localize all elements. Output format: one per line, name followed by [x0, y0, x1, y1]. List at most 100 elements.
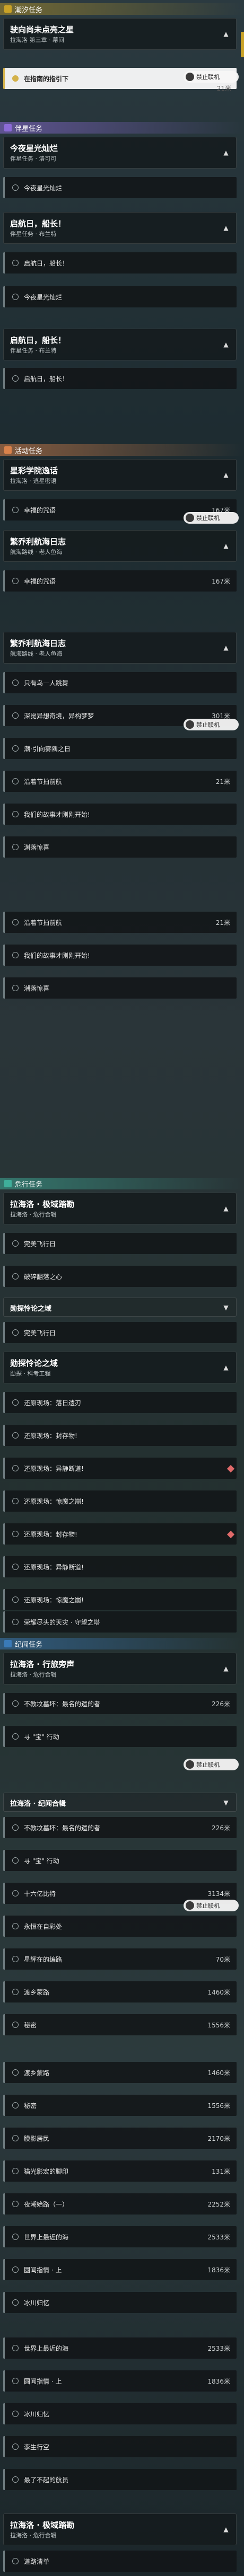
list-item[interactable]: 永恒在自彩处 [3, 1916, 237, 1937]
quest-card[interactable]: 拉海洛 · 行旅旁声 拉海洛 · 危行合辑 ▲ [3, 1653, 237, 1684]
list-item[interactable]: 渡乡蒙路 1460米 [3, 2062, 237, 2083]
list-item[interactable]: 沿着节拍前航 21米 [3, 912, 237, 933]
quest-card[interactable]: 拉海洛 · 极域踏勘 拉海洛 · 危行合辑 ▲ [3, 1193, 237, 1224]
list-item[interactable]: 秘密 1556米 [3, 2095, 237, 2116]
list-item[interactable]: 冰川归忆 [3, 2403, 237, 2424]
quest-card-subtitle: 拉海洛 · 逃星密语 [10, 478, 57, 484]
list-item[interactable]: 今夜星光灿烂 [3, 286, 237, 307]
distance-label: 3134米 [207, 1890, 230, 1898]
quest-card-title: 启航日，船长！ [10, 219, 66, 228]
quest-card[interactable]: 繁乔利航海日志 航海路线 · 老人鱼海 ▲ [3, 632, 237, 664]
list-item[interactable]: 寻 "宝" 行动 [3, 1726, 237, 1747]
list-item[interactable]: 星辉在的编路 70米 [3, 1948, 237, 1970]
list-item[interactable]: 秘密 1556米 [3, 2014, 237, 2035]
chevron-up-icon[interactable]: ▲ [221, 643, 231, 652]
checkbox-icon [12, 1596, 19, 1603]
list-item[interactable]: 渊落惊喜 [3, 836, 237, 858]
list-item[interactable]: 完美飞行日 [3, 1322, 237, 1343]
list-item[interactable]: 破碎翻落之心 [3, 1266, 237, 1287]
list-item[interactable]: 潮落惊喜 [3, 977, 237, 999]
list-item[interactable]: 还原现场：异静断道! [3, 1458, 237, 1479]
quest-card[interactable]: 驶向尚未点亮之星 拉海洛 第三章 · 幕间 ▲ [3, 18, 237, 50]
distance-label: 21米 [216, 85, 231, 92]
quest-card-title: 拉海洛 · 极域踏勘 [10, 1199, 75, 1209]
list-item[interactable]: 还原现场：异静断道! [3, 1556, 237, 1577]
list-item[interactable]: 冰川归忆 [3, 2292, 237, 2313]
list-item[interactable]: 不教坟墓坏：最名的遗的者 226米 [3, 1817, 237, 1838]
quest-card[interactable]: 拉海洛 · 极域踏勘 拉海洛 · 危行合辑 ▲ [3, 2513, 237, 2545]
list-item[interactable]: 沿着节拍前航 21米 [3, 771, 237, 792]
chevron-up-icon[interactable]: ▲ [221, 1363, 231, 1372]
list-item[interactable]: 世界上最近的海 2533米 [3, 2337, 237, 2359]
list-item[interactable]: 不教坟墓坏：最名的遗的者 226米 [3, 1693, 237, 1714]
chevron-up-icon[interactable]: ▲ [221, 1204, 231, 1213]
checkbox-icon [12, 952, 19, 958]
list-item[interactable]: 今夜星光灿烂 [3, 177, 237, 198]
no-coop-badge-label: 禁止联机 [196, 515, 220, 522]
list-item-label: 寻 "宝" 行动 [24, 1733, 59, 1741]
chevron-up-icon[interactable]: ▲ [221, 29, 231, 39]
list-item-label: 夜潮始路（一） [24, 2201, 69, 2208]
group-header[interactable]: 勋探怜论之域 ▼ [3, 1298, 237, 1317]
list-item[interactable]: 渡乡蒙路 1460米 [3, 1981, 237, 2002]
list-item[interactable]: 启航日，船长！ [3, 252, 237, 274]
list-item[interactable]: 幸福的咒语 167米 [3, 570, 237, 592]
distance-label: 1836米 [207, 2266, 230, 2274]
list-item-label: 荣耀尽头的天灾 · 守望之塔 [24, 1619, 100, 1626]
scrollbar-thumb[interactable] [241, 32, 244, 57]
list-item[interactable]: 只有鸟一人跳舞 [3, 672, 237, 693]
list-item[interactable]: 我们的故事才刚刚开始! [3, 945, 237, 966]
list-item[interactable]: 还原现场：封存物! [3, 1425, 237, 1446]
quest-card-subtitle: 伴星任务 · 布兰特 [10, 231, 57, 237]
list-item-label: 还原现场：惊魔之崩! [24, 1596, 84, 1604]
list-item[interactable]: 道路清单 [3, 2551, 237, 2572]
list-item[interactable]: 猫光影宏的脚印 131米 [3, 2160, 237, 2182]
list-item[interactable]: 完美飞行日 [3, 1233, 237, 1254]
list-item[interactable]: 还原现场：封存物! [3, 1523, 237, 1545]
group-header[interactable]: 拉海洛 · 纪闻合辑 ▼ [3, 1793, 237, 1812]
list-item[interactable]: 潮·引向雾隅之日 [3, 738, 237, 759]
chevron-down-icon[interactable]: ▼ [221, 1303, 231, 1312]
chevron-up-icon[interactable]: ▲ [221, 2525, 231, 2534]
list-item[interactable]: 最了不起的航员 [3, 2469, 237, 2490]
chevron-up-icon[interactable]: ▲ [221, 541, 231, 551]
list-item[interactable]: 启航日，船长！ [3, 368, 237, 389]
list-item[interactable]: 圆闻指情 · 上 1836米 [3, 2370, 237, 2392]
list-item[interactable]: 世界上最近的海 2533米 [3, 2226, 237, 2247]
list-item-label: 孪生行空 [24, 2443, 50, 2451]
chevron-down-icon[interactable]: ▼ [221, 1798, 231, 1807]
chevron-up-icon[interactable]: ▲ [221, 223, 231, 233]
quest-card[interactable]: 星彩学院逸话 拉海洛 · 逃星密语 ▲ [3, 459, 237, 491]
checkbox-icon [12, 1890, 19, 1896]
chevron-up-icon[interactable]: ▲ [221, 1664, 231, 1673]
list-item[interactable]: 还原现场：惊魔之崩! [3, 1490, 237, 1512]
quest-card[interactable]: 启航日，船长！ 伴星任务 · 布兰特 ▲ [3, 329, 237, 360]
checkbox-icon [12, 507, 19, 513]
list-item[interactable]: 荣耀尽头的天灾 · 守望之塔 [3, 1611, 237, 1633]
checkbox-icon [12, 1329, 19, 1336]
quest-card[interactable]: 勋探怜论之域 勋探 · 科考工程 ▲ [3, 1352, 237, 1383]
list-item[interactable]: 还原现场：惊魔之崩! [3, 1589, 237, 1610]
list-item[interactable]: 我们的故事才刚刚开始! [3, 804, 237, 825]
list-item[interactable]: 膜影居民 2170米 [3, 2128, 237, 2149]
checkbox-icon [12, 75, 19, 82]
list-item[interactable]: 还原现场：落日遗刃 [3, 1392, 237, 1413]
list-item-label: 幸福的咒语 [24, 578, 56, 585]
group-header-label: 拉海洛 · 纪闻合辑 [10, 1800, 66, 1808]
chevron-up-icon[interactable]: ▲ [221, 148, 231, 157]
list-item[interactable]: 夜潮始路（一） 2252米 [3, 2193, 237, 2215]
chevron-up-icon[interactable]: ▲ [221, 340, 231, 349]
checkbox-icon [12, 2378, 19, 2384]
section-danger-header: 危行任务 [0, 1178, 244, 1189]
list-item[interactable]: 孪生行空 [3, 2436, 237, 2457]
quest-card[interactable]: 繁乔利航海日志 航海路线 · 老人鱼海 ▲ [3, 530, 237, 562]
quest-card[interactable]: 今夜星光灿烂 伴星任务 · 洛可可 ▲ [3, 137, 237, 169]
chevron-up-icon[interactable]: ▲ [221, 470, 231, 480]
section-companion-header: 伴星任务 [0, 122, 244, 134]
quest-card[interactable]: 启航日，船长！ 伴星任务 · 布兰特 ▲ [3, 212, 237, 244]
section-danger-label: 危行任务 [15, 1180, 43, 1189]
no-coop-badge: 禁止联机 [184, 71, 239, 83]
list-item[interactable]: 寻 "宝" 行动 [3, 1850, 237, 1871]
list-item[interactable]: 圆闻指情 · 上 1836米 [3, 2259, 237, 2280]
list-item-label: 我们的故事才刚刚开始! [24, 952, 90, 959]
